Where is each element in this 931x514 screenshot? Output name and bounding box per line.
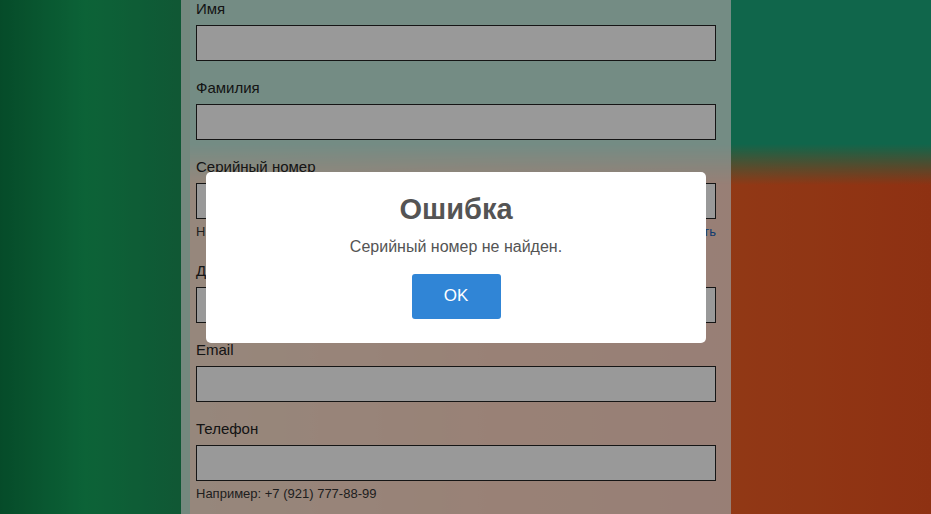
modal-overlay: Ошибка Серийный номер не найден. OK [0,0,931,514]
ok-button[interactable]: OK [412,274,501,319]
page: Имя Фамилия Серийный номер НтьД Email Те… [0,0,931,514]
dialog-title: Ошибка [399,192,512,226]
error-dialog: Ошибка Серийный номер не найден. OK [206,172,706,343]
dialog-actions: OK [412,274,501,319]
dialog-message: Серийный номер не найден. [350,236,562,258]
